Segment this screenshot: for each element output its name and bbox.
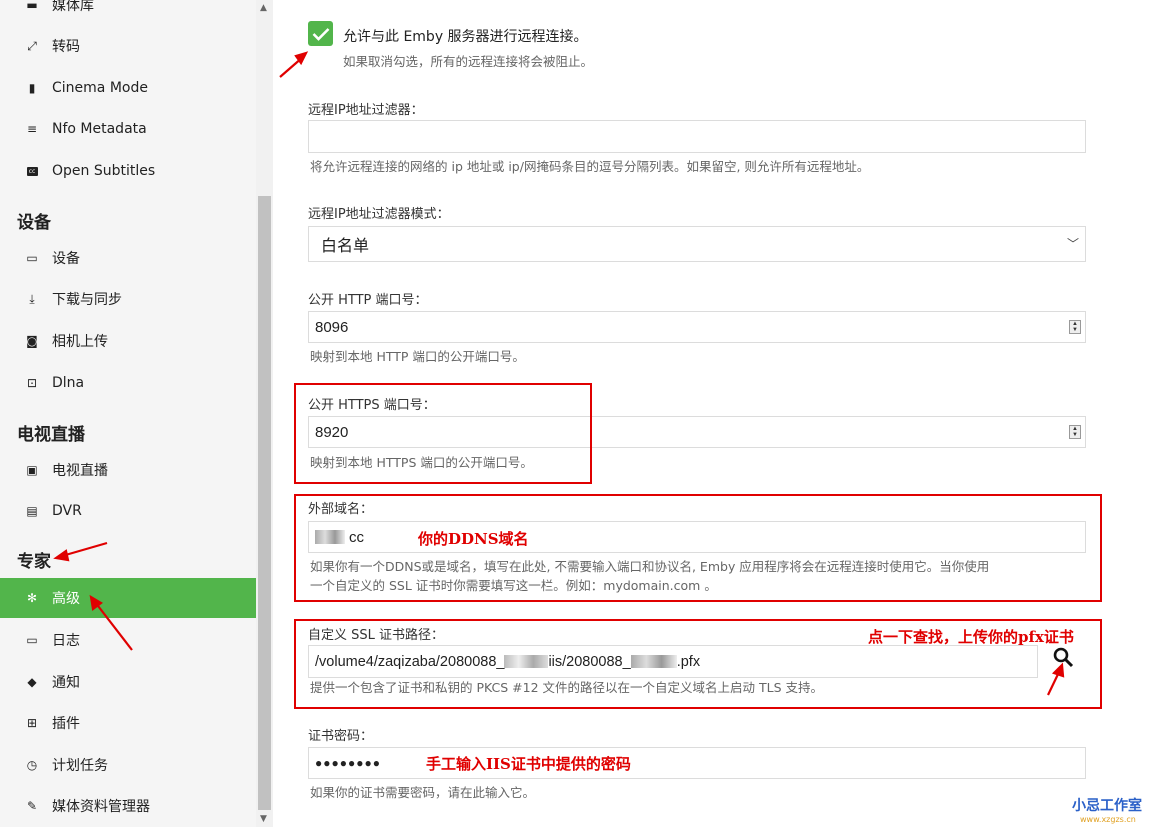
dlna-icon: ⊡ [26, 376, 38, 390]
checkmark-icon [312, 27, 329, 41]
ip-filter-label: 远程IP地址过滤器： [308, 103, 424, 118]
ip-filter-mode-select[interactable]: 白名单 ﹀ [308, 226, 1086, 262]
section-title-devices: 设备 [17, 213, 51, 233]
sidebar-item-label: 电视直播 [52, 463, 108, 479]
sidebar-item-label: 相机上传 [52, 334, 108, 350]
arrow-head [294, 51, 309, 66]
bell-icon: ◆ [27, 675, 37, 689]
remote-access-label: 允许与此 Emby 服务器进行远程连接。 [343, 29, 588, 45]
sidebar-item-library[interactable]: ▬ 媒体库 [0, 0, 256, 25]
sidebar-item-camera-upload[interactable]: ◙ 相机上传 [0, 321, 256, 361]
scroll-down-icon[interactable]: ▼ [260, 814, 267, 824]
sidebar-item-label: Dlna [52, 375, 85, 391]
clock-icon: ◷ [26, 758, 38, 772]
sidebar-item-download-sync[interactable]: ⤓ 下载与同步 [0, 279, 256, 319]
http-port-value: 8096 [315, 318, 349, 336]
sidebar-item-label: DVR [52, 503, 82, 519]
film-icon: ▮ [28, 81, 36, 95]
live-tv-icon: ▣ [26, 463, 38, 477]
http-port-help: 映射到本地 HTTP 端口的公开端口号。 [310, 349, 525, 364]
sidebar-item-label: Open Subtitles [52, 163, 156, 179]
ip-filter-help: 将允许远程连接的网络的 ip 地址或 ip/网掩码条目的逗号分隔列表。如果留空,… [310, 159, 870, 174]
arrow-checkbox [279, 56, 304, 78]
sidebar-item-label: Cinema Mode [52, 80, 148, 96]
watermark-logo: 小忌工作室 [1072, 798, 1142, 814]
sidebar-item-label: 设备 [52, 251, 80, 267]
sidebar-item-plugins[interactable]: ⊞ 插件 [0, 703, 256, 743]
sidebar-item-logs[interactable]: ▭ 日志 [0, 620, 256, 660]
sidebar-item-metadata-manager[interactable]: ✎ 媒体资料管理器 [0, 786, 256, 826]
sidebar-item-dlna[interactable]: ⊡ Dlna [0, 363, 256, 403]
sidebar-item-notifications[interactable]: ◆ 通知 [0, 662, 256, 702]
cc-icon: cc [25, 164, 39, 178]
sidebar: ▬ 媒体库 ⤢ 转码 ▮ Cinema Mode ≡ Nfo Metadata … [0, 0, 256, 827]
ip-filter-mode-label: 远程IP地址过滤器模式： [308, 207, 450, 222]
sidebar-item-label: 日志 [52, 633, 80, 649]
section-title-live-tv: 电视直播 [17, 425, 85, 445]
annotation-password: 手工输入IIS证书中提供的密码 [426, 755, 631, 773]
highlight-box-https [294, 383, 592, 484]
sidebar-item-label: 媒体库 [52, 0, 94, 14]
section-title-expert: 专家 [17, 552, 51, 572]
sidebar-item-label: 插件 [52, 716, 80, 732]
sidebar-item-nfo-metadata[interactable]: ≡ Nfo Metadata [0, 109, 256, 149]
cart-icon: ⊞ [26, 716, 38, 730]
watermark-url: www.xzgzs.cn [1080, 815, 1136, 824]
highlight-box-domain [294, 494, 1102, 602]
dvr-icon: ▤ [26, 504, 38, 518]
sidebar-item-advanced[interactable]: ✻ 高级 [0, 578, 256, 618]
cert-password-help: 如果你的证书需要密码，请在此输入它。 [310, 785, 536, 800]
scroll-up-icon[interactable]: ▲ [260, 3, 267, 13]
sidebar-item-cinema-mode[interactable]: ▮ Cinema Mode [0, 68, 256, 108]
devices-icon: ▭ [26, 251, 38, 265]
ip-filter-mode-value: 白名单 [321, 238, 370, 255]
remote-access-checkbox[interactable] [308, 21, 333, 46]
sidebar-item-label: 转码 [52, 39, 80, 55]
pencil-icon: ✎ [26, 799, 38, 813]
list-icon: ≡ [26, 122, 38, 136]
gear-icon: ✻ [26, 591, 38, 605]
ip-filter-input[interactable] [308, 120, 1086, 153]
sidebar-item-label: 下载与同步 [52, 292, 122, 308]
sidebar-item-label: 通知 [52, 675, 80, 691]
sidebar-item-dvr[interactable]: ▤ DVR [0, 491, 256, 531]
annotation-cert: 点一下查找，上传你的pfx证书 [868, 628, 1074, 646]
sidebar-item-live-tv[interactable]: ▣ 电视直播 [0, 450, 256, 490]
sidebar-item-label: 高级 [52, 591, 80, 607]
sidebar-item-transcode[interactable]: ⤢ 转码 [0, 26, 256, 66]
cert-password-label: 证书密码： [308, 729, 374, 744]
camera-icon: ◙ [26, 334, 38, 348]
scroll-thumb[interactable] [258, 196, 271, 810]
transcode-icon: ⤢ [27, 38, 37, 53]
library-icon: ▬ [26, 0, 38, 12]
sidebar-item-devices[interactable]: ▭ 设备 [0, 238, 256, 278]
sidebar-item-label: 计划任务 [52, 758, 108, 774]
chevron-down-icon: ﹀ [1066, 237, 1079, 251]
sidebar-item-open-subtitles[interactable]: cc Open Subtitles [0, 151, 256, 191]
http-port-label: 公开 HTTP 端口号： [308, 293, 428, 308]
sidebar-item-label: 媒体资料管理器 [52, 799, 150, 815]
http-port-input[interactable]: 8096 ▲ ▼ [308, 311, 1086, 343]
download-icon: ⤓ [29, 291, 35, 306]
sidebar-item-label: Nfo Metadata [52, 121, 147, 137]
folder-icon: ▭ [26, 633, 38, 647]
remote-access-help: 如果取消勾选，所有的远程连接将会被阻止。 [343, 54, 594, 69]
cert-password-input[interactable]: ●●●●●●●● [308, 747, 1086, 779]
annotation-domain: 你的DDNS域名 [418, 530, 529, 548]
http-port-spinner[interactable]: ▲ ▼ [1069, 320, 1081, 334]
sidebar-scrollbar[interactable]: ▲ ▼ [256, 0, 273, 827]
sidebar-item-scheduled-tasks[interactable]: ◷ 计划任务 [0, 745, 256, 785]
https-port-spinner[interactable]: ▲ ▼ [1069, 425, 1081, 439]
